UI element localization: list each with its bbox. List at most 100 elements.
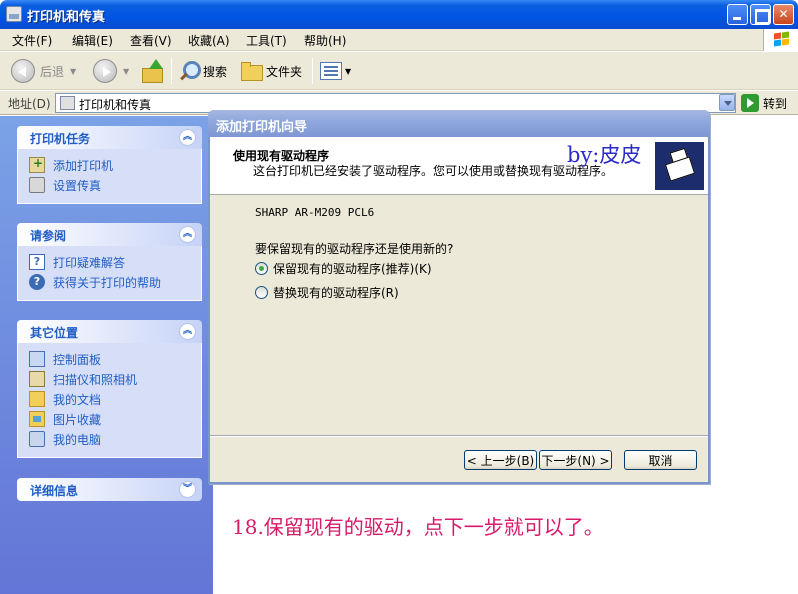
- panel-header[interactable]: 打印机任务 ︽: [17, 126, 202, 149]
- fax-icon: [29, 177, 45, 193]
- dialog-title-bar[interactable]: 添加打印机向导: [208, 110, 710, 137]
- back-button[interactable]: 后退 ▼: [11, 58, 76, 84]
- address-dropdown-button[interactable]: [719, 94, 735, 111]
- link-print-troubleshooter[interactable]: ? 打印疑难解答: [18, 252, 201, 272]
- radio-unselected-icon[interactable]: [255, 286, 268, 299]
- collapse-icon[interactable]: ︽: [179, 226, 196, 243]
- folder-up-icon: [140, 59, 164, 83]
- panel-title: 打印机任务: [30, 132, 91, 146]
- cancel-button[interactable]: 取消: [624, 450, 697, 470]
- toolbar-separator: [171, 58, 172, 84]
- views-button[interactable]: ▼: [320, 58, 351, 84]
- add-printer-icon: [29, 156, 45, 173]
- link-scanners-cameras[interactable]: 扫描仪和照相机: [18, 369, 201, 389]
- printer-wizard-icon: [655, 142, 704, 190]
- task-pane: 打印机任务 ︽ 添加打印机 设置传真 请参阅 ︽ ? 打印疑难解答 ?: [0, 116, 213, 594]
- task-label: 图片收藏: [53, 412, 102, 427]
- radio-selected-icon[interactable]: [255, 262, 268, 275]
- replace-driver-option[interactable]: 替换现有的驱动程序(R): [255, 284, 399, 301]
- printer-tasks-panel: 打印机任务 ︽ 添加打印机 设置传真: [17, 126, 202, 204]
- next-step-button[interactable]: 下一步(N) >: [539, 450, 612, 470]
- search-button[interactable]: 搜索: [178, 58, 227, 84]
- scanner-icon: [29, 371, 45, 387]
- address-label: 地址(D): [8, 97, 51, 111]
- search-label: 搜索: [203, 64, 228, 79]
- wizard-header: 使用现有驱动程序 这台打印机已经安装了驱动程序。您可以使用或替换现有驱动程序。 …: [210, 137, 708, 195]
- menu-favorites[interactable]: 收藏(A): [188, 32, 230, 49]
- task-label: 添加打印机: [53, 158, 114, 173]
- details-panel: 详细信息 ︾: [17, 478, 202, 501]
- dialog-title: 添加打印机向导: [216, 120, 308, 135]
- driver-name: SHARP AR-M209 PCL6: [255, 206, 375, 219]
- collapse-icon[interactable]: ︽: [179, 129, 196, 146]
- menu-view[interactable]: 查看(V): [130, 32, 172, 49]
- back-step-button[interactable]: < 上一步(B): [464, 450, 537, 470]
- views-icon: [320, 62, 342, 80]
- window-title: 打印机和传真: [27, 10, 106, 25]
- task-label: 我的文档: [53, 392, 102, 407]
- close-button[interactable]: ✕: [773, 4, 794, 25]
- task-label: 扫描仪和照相机: [53, 372, 138, 387]
- go-arrow-icon: [741, 94, 759, 112]
- link-my-documents[interactable]: 我的文档: [18, 389, 201, 409]
- link-my-pictures[interactable]: 图片收藏: [18, 409, 201, 429]
- task-label: 控制面板: [53, 352, 102, 367]
- chevron-down-icon[interactable]: ▼: [70, 67, 76, 76]
- forward-button[interactable]: ▼: [93, 58, 129, 84]
- forward-arrow-icon: [93, 59, 117, 83]
- panel-header[interactable]: 详细信息 ︾: [17, 478, 202, 501]
- toolbar: 后退 ▼ ▼ 搜索 文件夹 ▼: [0, 52, 798, 90]
- panel-header[interactable]: 请参阅 ︽: [17, 223, 202, 246]
- toolbar-separator: [312, 58, 313, 84]
- up-folder-button[interactable]: [140, 58, 164, 84]
- add-printer-wizard-dialog: 添加打印机向导 使用现有驱动程序 这台打印机已经安装了驱动程序。您可以使用或替换…: [208, 110, 710, 484]
- chevron-down-icon: ▼: [345, 66, 352, 76]
- my-computer-icon: [29, 431, 45, 447]
- keep-driver-option[interactable]: 保留现有的驱动程序(推荐)(K): [255, 260, 432, 277]
- help-book-icon: ?: [29, 254, 45, 270]
- panel-header[interactable]: 其它位置 ︽: [17, 320, 202, 343]
- printer-folder-icon: [6, 6, 22, 22]
- menu-bar: 文件(F) 编辑(E) 查看(V) 收藏(A) 工具(T) 帮助(H): [0, 29, 798, 51]
- replace-driver-label: 替换现有的驱动程序(R): [273, 286, 399, 300]
- go-label: 转到: [763, 96, 788, 111]
- tutorial-caption: 18.保留现有的驱动，点下一步就可以了。: [232, 515, 604, 539]
- search-icon: [178, 60, 201, 82]
- collapse-icon[interactable]: ︽: [179, 323, 196, 340]
- address-value: 打印机和传真: [79, 98, 152, 112]
- folder-icon: [240, 62, 263, 81]
- my-documents-icon: [29, 391, 45, 407]
- task-add-printer[interactable]: 添加打印机: [18, 155, 201, 175]
- see-also-panel: 请参阅 ︽ ? 打印疑难解答 ? 获得关于打印的帮助: [17, 223, 202, 301]
- menu-edit[interactable]: 编辑(E): [72, 32, 113, 49]
- folders-button[interactable]: 文件夹: [240, 58, 302, 84]
- help-icon: ?: [29, 274, 45, 290]
- task-label: 设置传真: [53, 178, 102, 193]
- dialog-separator: [210, 435, 708, 437]
- expand-icon[interactable]: ︾: [179, 481, 196, 498]
- menu-file[interactable]: 文件(F): [12, 32, 52, 49]
- task-label: 我的电脑: [53, 432, 102, 447]
- link-control-panel[interactable]: 控制面板: [18, 349, 201, 369]
- minimize-button[interactable]: [727, 4, 748, 25]
- maximize-button[interactable]: [750, 4, 771, 25]
- chevron-down-icon[interactable]: ▼: [123, 67, 129, 76]
- task-setup-fax[interactable]: 设置传真: [18, 175, 201, 195]
- windows-logo-icon: [763, 29, 798, 51]
- go-button[interactable]: 转到: [741, 94, 787, 112]
- author-watermark: by:皮皮: [567, 143, 642, 167]
- link-printing-help[interactable]: ? 获得关于打印的帮助: [18, 272, 201, 292]
- control-panel-icon: [29, 351, 45, 367]
- back-arrow-icon: [11, 59, 35, 83]
- printer-folder-icon: [60, 96, 75, 110]
- menu-help[interactable]: 帮助(H): [304, 32, 346, 49]
- driver-question: 要保留现有的驱动程序还是使用新的?: [255, 242, 454, 256]
- keep-driver-label: 保留现有的驱动程序(推荐)(K): [273, 262, 432, 276]
- other-places-panel: 其它位置 ︽ 控制面板 扫描仪和照相机 我的文档 图片收藏 我的电脑: [17, 320, 202, 458]
- menu-tools[interactable]: 工具(T): [246, 32, 287, 49]
- my-pictures-icon: [29, 411, 45, 427]
- panel-title: 其它位置: [30, 326, 79, 340]
- task-label: 打印疑难解答: [53, 255, 126, 270]
- link-my-computer[interactable]: 我的电脑: [18, 429, 201, 449]
- window-title-bar[interactable]: 打印机和传真 ✕: [0, 0, 798, 29]
